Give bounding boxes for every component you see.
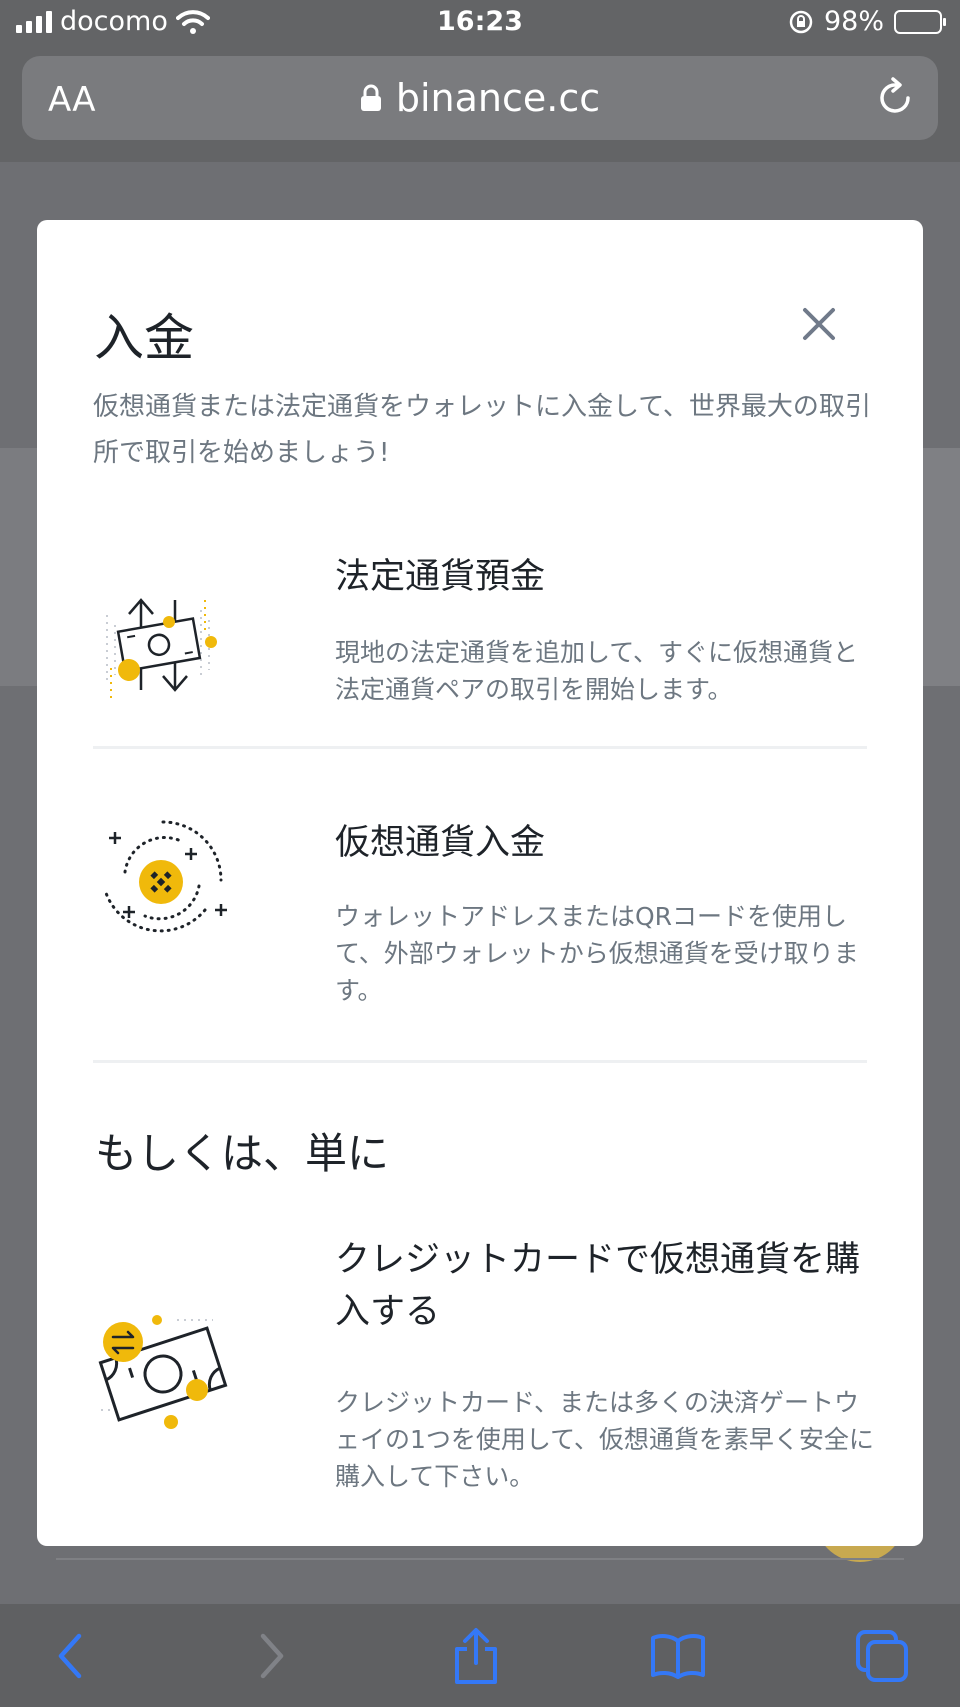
forward-button[interactable] bbox=[242, 1626, 302, 1686]
close-icon bbox=[803, 308, 835, 340]
tabs-button[interactable] bbox=[852, 1626, 912, 1686]
option-credit-card[interactable]: クレジットカードで仮想通貨を購入する クレジットカード、または多くの決済ゲートウ… bbox=[93, 1230, 874, 1500]
option-title: クレジットカードで仮想通貨を購入する bbox=[335, 1240, 861, 1332]
fiat-exchange-illustration bbox=[106, 598, 217, 698]
modal-title: 入金 bbox=[94, 309, 194, 367]
url-text: binance.cc bbox=[395, 76, 601, 120]
close-button[interactable] bbox=[797, 302, 841, 346]
option-description: クレジットカード、または多くの決済ゲートウェイの1つを使用して、仮想通貨を素早く… bbox=[335, 1388, 874, 1491]
browser-toolbar bbox=[0, 1604, 960, 1707]
status-bar: docomo 16:23 98% bbox=[0, 0, 960, 48]
back-button[interactable] bbox=[40, 1626, 100, 1686]
option-description: 現地の法定通貨を追加して、すぐに仮想通貨と法定通貨ペアの取引を開始します。 bbox=[335, 638, 859, 704]
url-display[interactable]: binance.cc bbox=[22, 76, 938, 120]
share-button[interactable] bbox=[446, 1626, 506, 1686]
crypto-deposit-illustration bbox=[103, 820, 227, 933]
option-title: 法定通貨預金 bbox=[335, 557, 546, 597]
orientation-lock-icon bbox=[789, 10, 813, 33]
option-title: 仮想通貨入金 bbox=[335, 823, 546, 863]
lock-icon bbox=[360, 84, 381, 111]
book-icon bbox=[651, 1634, 705, 1679]
backdrop-line bbox=[56, 1558, 904, 1560]
divider bbox=[93, 1060, 867, 1063]
share-icon bbox=[455, 1628, 497, 1684]
divider bbox=[93, 746, 867, 749]
reload-button[interactable] bbox=[876, 76, 916, 124]
tabs-icon bbox=[856, 1630, 908, 1682]
modal-description: 仮想通貨または法定通貨をウォレットに入金して、世界最大の取引所で取引を始めましょ… bbox=[93, 392, 871, 468]
deposit-modal: 入金 仮想通貨または法定通貨をウォレットに入金して、世界最大の取引所で取引を始め… bbox=[37, 220, 923, 1546]
chevron-right-icon bbox=[260, 1633, 284, 1679]
bookmarks-button[interactable] bbox=[648, 1626, 708, 1686]
reload-icon bbox=[880, 77, 910, 113]
battery-icon bbox=[894, 9, 946, 34]
alt-section-title: もしくは、単に bbox=[95, 1129, 390, 1178]
browser-chrome: AA binance.cc bbox=[0, 48, 960, 162]
chevron-left-icon bbox=[58, 1633, 82, 1679]
status-right: 98% bbox=[788, 6, 946, 37]
battery-percent: 98% bbox=[823, 6, 884, 37]
credit-card-illustration bbox=[98, 1315, 228, 1429]
address-bar[interactable]: AA binance.cc bbox=[22, 56, 938, 140]
option-description: ウォレットアドレスまたはQRコードを使用して、外部ウォレットから仮想通貨を受け取… bbox=[335, 902, 859, 1005]
